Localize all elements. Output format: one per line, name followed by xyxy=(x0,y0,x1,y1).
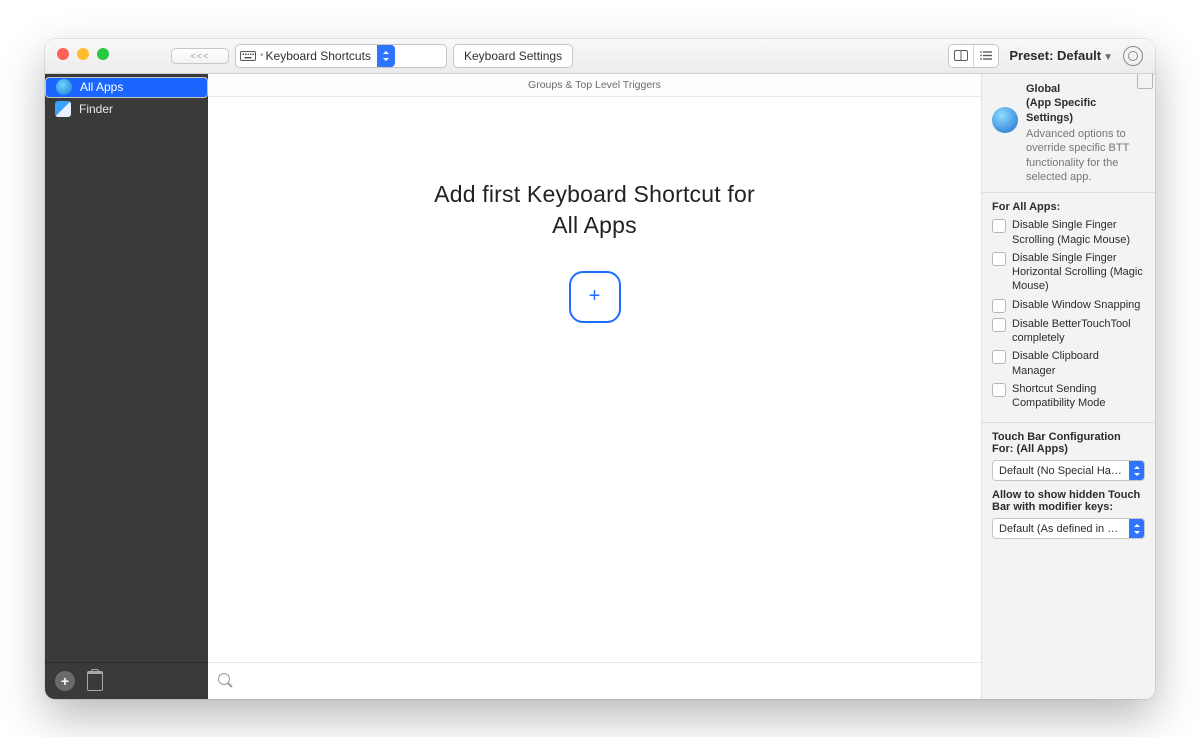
trigger-type-dropdown[interactable]: • Keyboard Shortcuts xyxy=(235,44,447,68)
view-mode-segmented[interactable] xyxy=(948,44,999,68)
button-label: Keyboard Settings xyxy=(464,49,562,63)
touchbar-config-select[interactable]: Default (No Special Handli… xyxy=(992,460,1145,481)
sidebar-item-finder[interactable]: Finder xyxy=(45,98,208,120)
inspector-pane: Global (App Specific Settings) Advanced … xyxy=(982,74,1155,699)
checkbox-disable-clipboard[interactable]: Disable Clipboard Manager xyxy=(992,349,1145,378)
chevron-updown-icon xyxy=(1129,461,1144,480)
checkbox-compat-mode[interactable]: Shortcut Sending Compatibility Mode xyxy=(992,382,1145,411)
checkbox-disable-single-finger-horizontal[interactable]: Disable Single Finger Horizontal Scrolli… xyxy=(992,251,1145,294)
touchbar-config-header: Touch Bar Configuration For: (All Apps) xyxy=(992,431,1145,455)
add-trigger-button[interactable]: + xyxy=(569,271,621,323)
main-footer xyxy=(208,662,981,699)
main-body: Add first Keyboard Shortcut for All Apps… xyxy=(208,97,981,662)
hidden-touchbar-select[interactable]: Default (As defined in setti… xyxy=(992,518,1145,539)
hidden-touchbar-header: Allow to show hidden Touch Bar with modi… xyxy=(992,489,1145,513)
empty-state-text: Add first Keyboard Shortcut for All Apps xyxy=(434,179,755,241)
document-icon[interactable] xyxy=(1137,74,1153,89)
globe-icon xyxy=(992,107,1018,133)
list-view-icon[interactable] xyxy=(973,45,998,67)
gear-icon[interactable] xyxy=(1123,46,1143,66)
sidebar-item-label: Finder xyxy=(79,102,113,116)
checkbox-disable-single-finger[interactable]: Disable Single Finger Scrolling (Magic M… xyxy=(992,218,1145,247)
finder-icon xyxy=(55,101,71,117)
checkbox-disable-btt[interactable]: Disable BetterTouchTool completely xyxy=(992,317,1145,346)
plus-icon: + xyxy=(589,285,601,308)
sidebar: All Apps Finder + xyxy=(45,74,208,699)
sidebar-item-label: All Apps xyxy=(80,80,123,94)
keyboard-icon xyxy=(236,51,260,61)
sidebar-footer: + xyxy=(45,662,208,699)
keyboard-settings-button[interactable]: Keyboard Settings xyxy=(453,44,573,68)
chevron-updown-icon xyxy=(377,45,395,67)
titlebar: <<< • Keyboard Shortcuts Keyboard Settin… xyxy=(45,39,1155,74)
back-pill-button[interactable]: <<< xyxy=(171,48,229,64)
columns-view-icon[interactable] xyxy=(949,45,973,67)
trash-icon[interactable] xyxy=(87,671,103,691)
minimize-icon[interactable] xyxy=(77,48,89,60)
close-icon[interactable] xyxy=(57,48,69,60)
trigger-type-label: Keyboard Shortcuts xyxy=(264,49,377,63)
traffic-lights: <<< xyxy=(45,48,235,64)
triangle-down-icon: ▼ xyxy=(1103,52,1113,63)
zoom-icon[interactable] xyxy=(97,48,109,60)
app-window: <<< • Keyboard Shortcuts Keyboard Settin… xyxy=(45,39,1155,699)
search-icon[interactable] xyxy=(218,673,233,688)
main-header: Groups & Top Level Triggers xyxy=(208,74,981,97)
add-app-button[interactable]: + xyxy=(55,671,75,691)
sidebar-item-all-apps[interactable]: All Apps xyxy=(45,77,208,98)
checkbox-disable-window-snapping[interactable]: Disable Window Snapping xyxy=(992,298,1145,313)
inspector-description: Advanced options to override specific BT… xyxy=(1026,127,1145,184)
preset-dropdown[interactable]: Preset: Default▼ xyxy=(1009,48,1113,63)
globe-icon xyxy=(56,79,72,95)
main-pane: Groups & Top Level Triggers Add first Ke… xyxy=(208,74,982,699)
for-all-apps-header: For All Apps: xyxy=(992,201,1145,213)
inspector-title: Global (App Specific Settings) xyxy=(1026,82,1145,127)
chevron-updown-icon xyxy=(1129,519,1144,538)
